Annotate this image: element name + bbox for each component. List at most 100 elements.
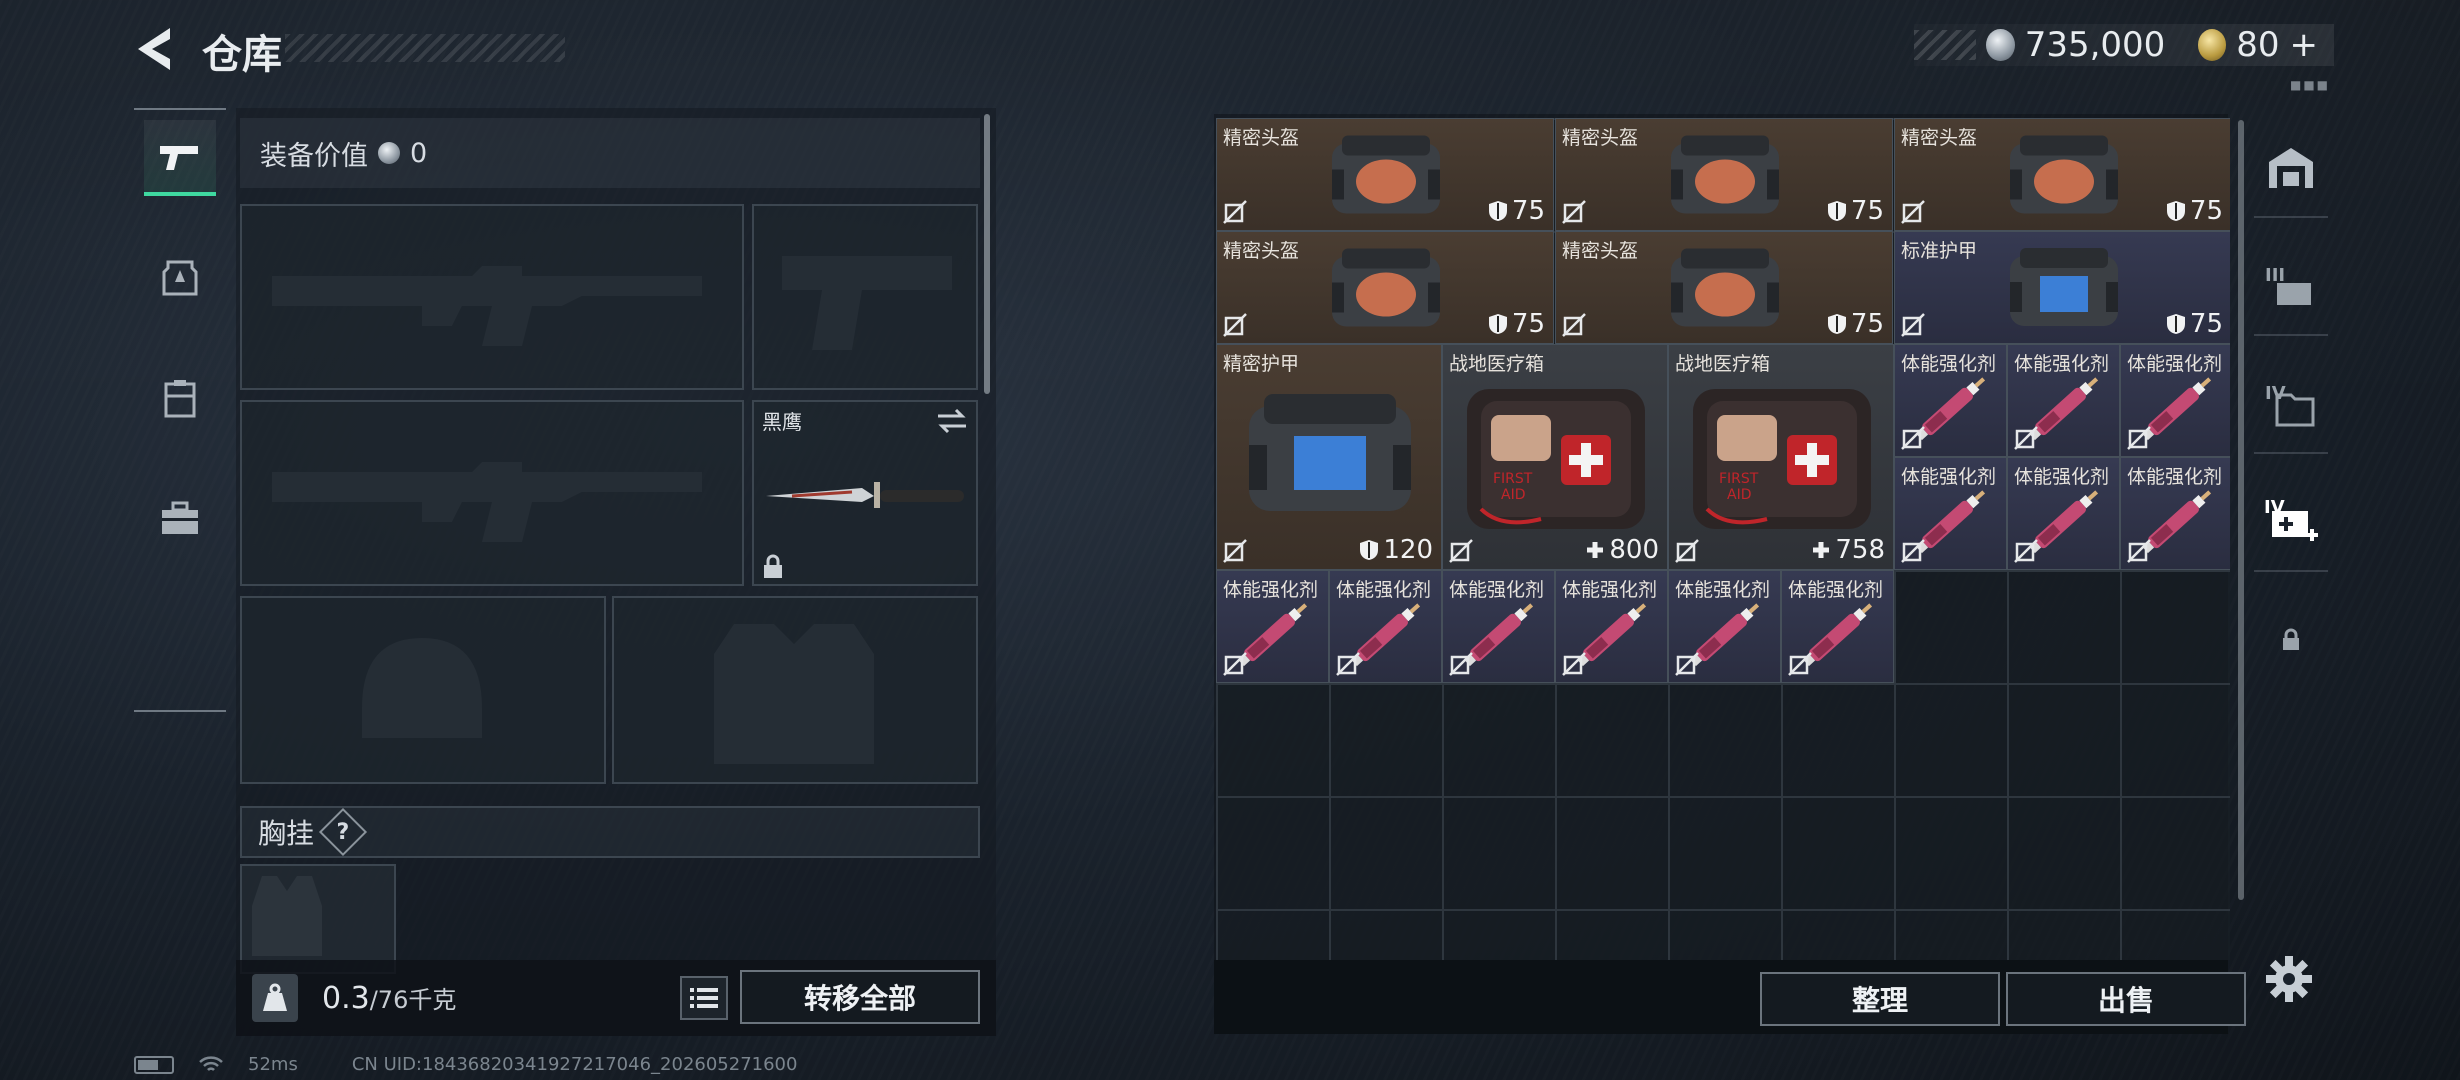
primary-weapon-slot[interactable]	[240, 204, 744, 390]
help-button[interactable]: ?	[318, 807, 368, 857]
swap-icon[interactable]	[936, 408, 968, 434]
armor-icon	[162, 260, 198, 296]
chest-rig-silhouette-icon	[252, 876, 322, 956]
storage-item[interactable]: 精密头盔 75	[1555, 231, 1893, 344]
storage-item[interactable]: 体能强化剂	[1329, 570, 1442, 683]
tab-locked[interactable]	[2254, 590, 2328, 690]
svg-text:AID: AID	[1501, 487, 1526, 503]
storage-item[interactable]: 体能强化剂	[1894, 457, 2007, 570]
sell-button[interactable]: 出售	[2006, 972, 2246, 1026]
item-name: 体能强化剂	[1901, 353, 1997, 375]
vest-silhouette-icon	[714, 624, 874, 764]
storage-scrollbar[interactable]	[2238, 120, 2244, 900]
storage-item[interactable]: 体能强化剂	[2007, 457, 2120, 570]
tab-tier4-medkit[interactable]: IV	[2254, 472, 2328, 572]
gold-amount: 80	[2236, 25, 2280, 65]
item-stat: 75	[1827, 309, 1884, 339]
tab-tier4-folder[interactable]: IV	[2254, 354, 2328, 454]
transfer-all-button[interactable]: 转移全部	[740, 970, 980, 1024]
no-drop-icon	[2014, 426, 2038, 450]
armor-shield-icon	[2166, 201, 2185, 221]
item-stat: 75	[2166, 196, 2223, 226]
svg-text:AID: AID	[1727, 487, 1752, 503]
nav-toolbox[interactable]	[144, 480, 216, 556]
storage-item[interactable]: 体能强化剂	[2120, 344, 2230, 457]
storage-item[interactable]: 精密头盔 75	[1216, 231, 1554, 344]
svg-text:FIRST: FIRST	[1719, 471, 1759, 487]
gold-add-button[interactable]: +	[2290, 25, 2319, 65]
no-drop-icon	[2127, 539, 2151, 563]
chest-rig-header: 胸挂 ?	[240, 806, 980, 858]
storage-item[interactable]: 体能强化剂	[1668, 570, 1781, 683]
nav-weapons[interactable]	[144, 120, 216, 196]
storage-item[interactable]: 体能强化剂	[1442, 570, 1555, 683]
no-drop-icon	[2014, 539, 2038, 563]
no-drop-icon	[1901, 200, 1925, 224]
no-drop-icon	[1562, 652, 1586, 676]
silver-coin-icon	[378, 142, 400, 164]
armor-shield-icon	[1488, 201, 1507, 221]
storage-item[interactable]: 体能强化剂	[1555, 570, 1668, 683]
chest-rig-slot[interactable]	[240, 864, 396, 974]
loadout-scrollbar[interactable]	[984, 114, 990, 394]
tab-garage[interactable]	[2254, 118, 2328, 218]
item-stat: 75	[1488, 309, 1545, 339]
item-name: 精密头盔	[1562, 127, 1639, 149]
item-stat: 800	[1585, 535, 1659, 565]
weight-icon	[252, 974, 298, 1022]
no-drop-icon	[2127, 426, 2151, 450]
storage-item[interactable]: 体能强化剂	[1216, 570, 1329, 683]
no-drop-icon	[1788, 652, 1812, 676]
item-stat: 75	[2166, 309, 2223, 339]
nav-backpack[interactable]	[144, 360, 216, 436]
no-drop-icon	[1901, 539, 1925, 563]
status-bar: 52ms CN UID:184368203419272170​46_202605…	[134, 1054, 797, 1075]
storage-item[interactable]: 体能强化剂	[1781, 570, 1894, 683]
storage-item[interactable]: 体能强化剂	[1894, 344, 2007, 457]
heal-plus-icon	[1587, 542, 1604, 558]
storage-grid: 精密头盔 75 精密头盔 75 精密头盔 75 精密头盔 75 精密头盔 75 标准护甲 75 精密护甲…	[1216, 118, 2230, 960]
list-view-button[interactable]	[680, 976, 728, 1020]
item-name: 精密头盔	[1562, 240, 1639, 262]
no-drop-icon	[1336, 652, 1360, 676]
item-name: 体能强化剂	[2127, 353, 2223, 375]
tab-tier3[interactable]: III	[2254, 236, 2328, 336]
sort-button[interactable]: 整理	[1760, 972, 2000, 1026]
secondary-weapon-slot[interactable]	[240, 400, 744, 586]
body-armor-slot[interactable]	[612, 596, 978, 784]
no-drop-icon	[1223, 200, 1247, 224]
ping-text: 52ms	[248, 1054, 298, 1075]
silver-amount: 735,000	[2024, 25, 2166, 65]
storage-item[interactable]: 精密护甲 120	[1216, 344, 1442, 570]
settings-gear-icon[interactable]	[2264, 954, 2314, 1004]
item-name: 精密头盔	[1901, 127, 1978, 149]
no-drop-icon	[1562, 313, 1586, 337]
sidearm-slot[interactable]	[752, 204, 978, 390]
helmet-slot[interactable]	[240, 596, 606, 784]
item-name: 体能强化剂	[1449, 579, 1545, 601]
melee-slot[interactable]: 黑鹰	[752, 400, 978, 586]
currency-indicator: ■■■	[2289, 78, 2330, 92]
storage-item[interactable]: 标准护甲 75	[1894, 231, 2230, 344]
item-name: 体能强化剂	[1336, 579, 1432, 601]
storage-item[interactable]: 精密头盔 75	[1555, 118, 1893, 231]
item-name: 体能强化剂	[2014, 466, 2110, 488]
armor-shield-icon	[2166, 314, 2185, 334]
item-name: 体能强化剂	[1901, 466, 1997, 488]
helmet-silhouette-icon	[362, 638, 482, 738]
item-name: 体能强化剂	[1562, 579, 1658, 601]
storage-item[interactable]: FIRST AID 战地医疗箱 800	[1442, 344, 1668, 570]
storage-item[interactable]: 体能强化剂	[2007, 344, 2120, 457]
storage-item[interactable]: 体能强化剂	[2120, 457, 2230, 570]
back-arrow-icon[interactable]	[130, 22, 180, 77]
top-bar: 仓库 735,000 80 + ■■■	[0, 0, 2460, 100]
item-name: 体能强化剂	[1675, 579, 1771, 601]
item-name: 体能强化剂	[1223, 579, 1319, 601]
nav-helmet-armor[interactable]	[144, 240, 216, 316]
storage-item[interactable]: FIRST AID 战地医疗箱 758	[1668, 344, 1894, 570]
garage-icon	[2269, 148, 2313, 188]
storage-item[interactable]: 精密头盔 75	[1894, 118, 2230, 231]
no-drop-icon	[1675, 539, 1699, 563]
storage-item[interactable]: 精密头盔 75	[1216, 118, 1554, 231]
no-drop-icon	[1449, 652, 1473, 676]
